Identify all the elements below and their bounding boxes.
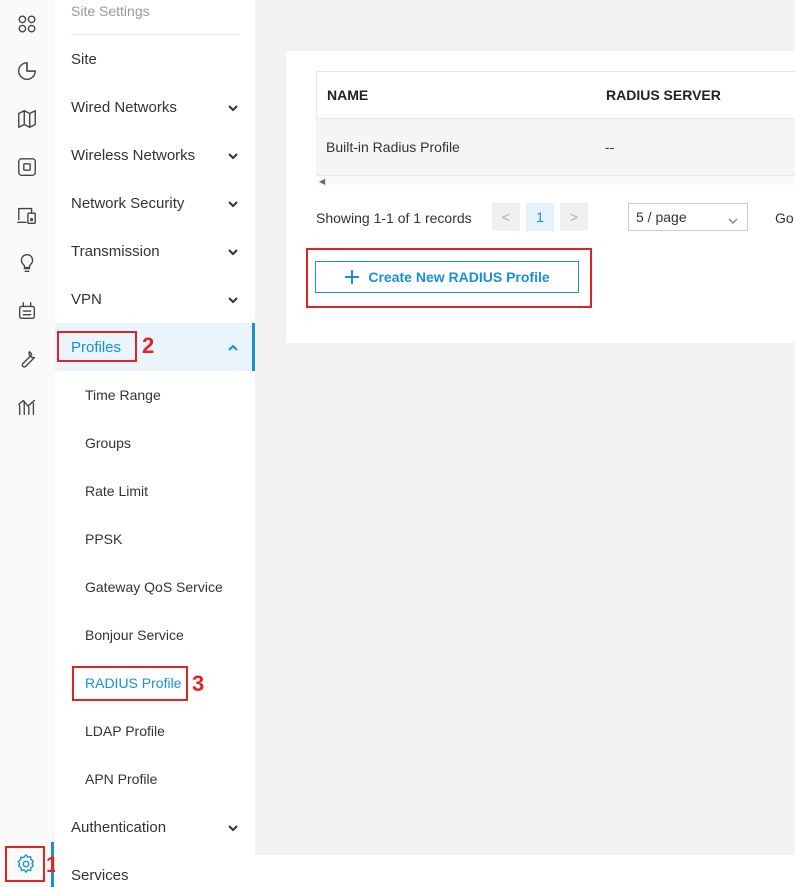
menu-item-network-security[interactable]: Network Security <box>55 179 255 227</box>
scroll-left-icon[interactable]: ◀ <box>319 177 325 186</box>
records-summary: Showing 1-1 of 1 records <box>316 210 472 226</box>
chevron-up-icon <box>227 341 239 353</box>
chevron-down-icon <box>227 821 239 833</box>
column-header-radius-server: RADIUS SERVER <box>606 87 721 103</box>
footer-strip <box>255 855 795 887</box>
menu-item-wired-networks[interactable]: Wired Networks <box>55 83 255 131</box>
chevron-down-icon <box>728 213 738 225</box>
sub-item-label: Time Range <box>85 387 161 403</box>
sub-item-label: PPSK <box>85 531 123 547</box>
sub-item-groups[interactable]: Groups <box>55 419 255 467</box>
apps-icon[interactable] <box>14 11 40 37</box>
page-size-select[interactable]: 5 / page <box>628 203 748 231</box>
chevron-down-icon <box>227 149 239 161</box>
previous-page-button[interactable]: < <box>492 203 520 231</box>
menu-header: Site Settings <box>71 3 150 19</box>
sub-item-label: Groups <box>85 435 131 451</box>
page-number-button[interactable]: 1 <box>526 203 554 231</box>
chevron-down-icon <box>227 293 239 305</box>
menu-item-vpn[interactable]: VPN <box>55 275 255 323</box>
goto-label: Go <box>775 210 794 226</box>
sub-item-ldap-profile[interactable]: LDAP Profile <box>55 707 255 755</box>
sub-item-rate-limit[interactable]: Rate Limit <box>55 467 255 515</box>
gear-highlight-box <box>5 846 45 882</box>
pie-chart-icon[interactable] <box>14 58 40 84</box>
lightbulb-icon[interactable] <box>14 250 40 276</box>
menu-item-wireless-networks[interactable]: Wireless Networks <box>55 131 255 179</box>
menu-item-label: Profiles <box>71 338 122 356</box>
chevron-down-icon <box>227 245 239 257</box>
menu-item-site[interactable]: Site <box>55 35 255 83</box>
menu-item-label: Wireless Networks <box>71 146 196 164</box>
sub-item-ppsk[interactable]: PPSK <box>55 515 255 563</box>
menu-item-authentication[interactable]: Authentication <box>55 803 255 851</box>
menu-item-label: Network Security <box>71 194 185 212</box>
create-radius-profile-button[interactable]: Create New RADIUS Profile <box>315 261 579 293</box>
column-header-name: NAME <box>327 87 369 103</box>
site-settings-menu: Site Settings Site Wired Networks Wirele… <box>55 0 255 887</box>
chevron-down-icon <box>227 197 239 209</box>
menu-item-label: Wired Networks <box>71 98 177 116</box>
menu-item-label: Authentication <box>71 818 167 836</box>
menu-item-label: VPN <box>71 290 102 308</box>
step-3-label: 3 <box>192 671 205 696</box>
sub-item-label: LDAP Profile <box>85 723 165 739</box>
statistics-icon[interactable] <box>14 394 40 420</box>
router-icon[interactable] <box>14 298 40 324</box>
radius-profile-panel: NAME RADIUS SERVER Built-in Radius Profi… <box>286 51 795 343</box>
sub-item-label: Rate Limit <box>85 483 149 499</box>
sub-item-label: Gateway QoS Service <box>85 579 223 595</box>
sub-item-time-range[interactable]: Time Range <box>55 371 255 419</box>
sub-item-label: APN Profile <box>85 771 158 787</box>
page-size-value: 5 / page <box>636 209 687 225</box>
chevron-down-icon <box>227 101 239 113</box>
menu-item-transmission[interactable]: Transmission <box>55 227 255 275</box>
table-header: NAME RADIUS SERVER <box>316 71 795 118</box>
radius-profile-table: NAME RADIUS SERVER Built-in Radius Profi… <box>316 71 795 186</box>
sub-item-radius-profile[interactable]: RADIUS Profile <box>55 659 255 707</box>
sub-item-label: RADIUS Profile <box>85 675 182 691</box>
plus-icon <box>345 270 360 284</box>
active-indicator <box>252 323 255 371</box>
step-2-label: 2 <box>142 333 155 358</box>
map-icon[interactable] <box>14 106 40 132</box>
create-button-label: Create New RADIUS Profile <box>368 269 550 285</box>
horizontal-scrollbar[interactable]: ◀ <box>316 175 795 186</box>
table-row[interactable]: Built-in Radius Profile -- <box>316 118 795 175</box>
wrench-icon[interactable] <box>14 346 40 372</box>
menu-item-services[interactable]: Services <box>55 851 255 887</box>
menu-item-profiles[interactable]: Profiles <box>55 323 255 371</box>
sub-item-label: Bonjour Service <box>85 627 184 643</box>
menu-item-label: Services <box>71 866 129 884</box>
icon-rail <box>0 0 55 887</box>
cell-radius-server: -- <box>605 139 615 155</box>
next-page-button[interactable]: > <box>560 203 588 231</box>
cell-name: Built-in Radius Profile <box>326 139 460 155</box>
devices-monitor-icon[interactable] <box>14 202 40 228</box>
menu-item-label: Site <box>71 50 97 68</box>
menu-item-label: Transmission <box>71 242 160 260</box>
sub-item-gateway-qos-service[interactable]: Gateway QoS Service <box>55 563 255 611</box>
pagination: Showing 1-1 of 1 records < 1 > 5 / page … <box>316 203 795 233</box>
device-icon[interactable] <box>14 154 40 180</box>
sub-item-bonjour-service[interactable]: Bonjour Service <box>55 611 255 659</box>
sub-item-apn-profile[interactable]: APN Profile <box>55 755 255 803</box>
